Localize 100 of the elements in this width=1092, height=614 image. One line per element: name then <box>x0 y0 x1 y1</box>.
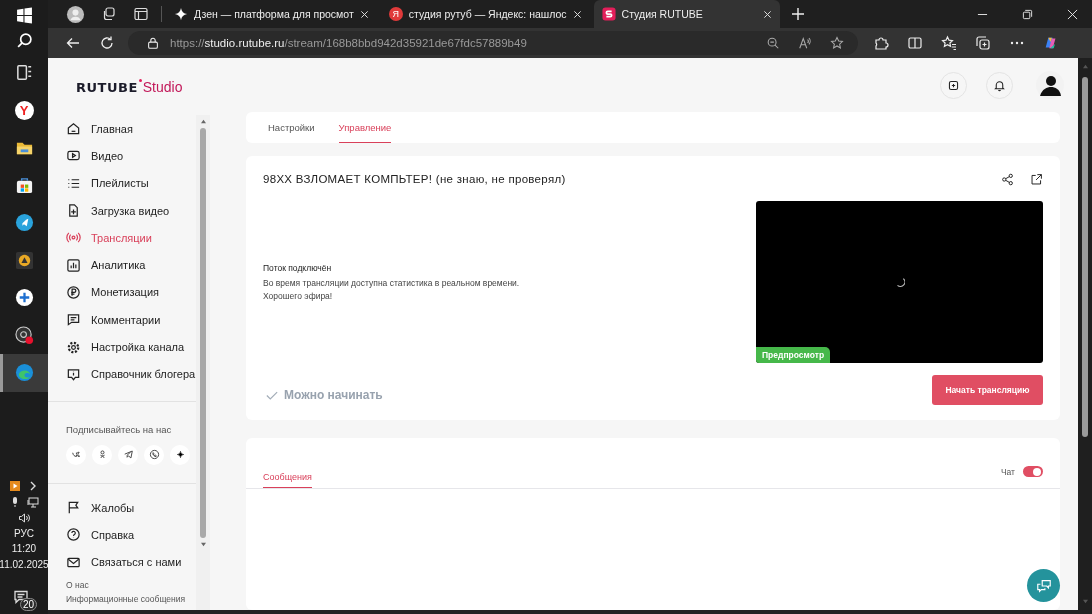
sparkle-icon <box>174 449 186 461</box>
profile-icon[interactable] <box>66 4 85 24</box>
clock-time[interactable]: 11:20 <box>11 543 37 555</box>
back-arrow-icon[interactable] <box>65 35 81 51</box>
plus-icon <box>14 288 34 308</box>
taskbar-app[interactable]: Y <box>0 91 48 129</box>
nav-item[interactable]: Настройка канала <box>66 333 196 361</box>
social-link[interactable] <box>170 444 190 465</box>
nav-item[interactable]: Видео <box>66 142 196 170</box>
wave-swirl-icon <box>14 363 34 383</box>
nav-item[interactable]: Загрузка видео <box>66 196 196 225</box>
social-heading: Подписывайтесь на нас <box>66 423 173 435</box>
widgets-icon <box>14 63 34 83</box>
warning-icon <box>14 250 34 270</box>
status-text: Во время трансляции доступна статистика в реальном времени. <box>263 277 521 290</box>
home-icon <box>66 121 81 137</box>
studio-logo-icon <box>601 7 616 21</box>
chat-bubbles-icon <box>1035 577 1052 594</box>
social-link[interactable] <box>144 444 164 465</box>
share-icon[interactable] <box>1001 173 1014 186</box>
close-icon[interactable] <box>1067 8 1078 20</box>
tab[interactable]: Настройки <box>268 112 315 143</box>
collections-icon[interactable] <box>975 35 991 51</box>
monitor-icon[interactable] <box>27 496 39 508</box>
windows-start-icon[interactable] <box>15 7 33 24</box>
speaker-icon[interactable] <box>18 512 30 524</box>
tab[interactable]: Сообщения <box>263 472 312 488</box>
split-screen-icon[interactable] <box>907 35 923 51</box>
nav-item[interactable]: Жалобы <box>66 493 196 522</box>
puzzle-icon[interactable] <box>873 35 889 51</box>
zoom-out-icon[interactable] <box>766 36 780 50</box>
notifications-button[interactable] <box>986 71 1013 99</box>
toggle-label: Чат <box>1000 467 1015 477</box>
clock-date[interactable]: 11.02.2025 <box>0 559 49 571</box>
plus-square-icon <box>947 78 960 92</box>
external-link-icon[interactable] <box>1030 173 1043 186</box>
start-stream-button[interactable]: Начать трансляцию <box>932 375 1043 405</box>
tab[interactable]: Управление <box>338 112 392 143</box>
read-aloud-icon[interactable] <box>798 36 812 50</box>
nav-item[interactable]: Связаться с нами <box>66 548 196 576</box>
scrollbar[interactable] <box>196 115 210 610</box>
nav-item[interactable]: Трансляции <box>66 224 196 252</box>
address-field[interactable]: https://studio.rutube.ru/stream/168b8bbd942d35921de67fdc57889b49 <box>128 31 858 55</box>
scroll-down-icon[interactable] <box>199 542 207 547</box>
nav-item[interactable]: Монетизация <box>66 278 196 307</box>
bar-chart-icon <box>66 257 81 273</box>
media-icon[interactable] <box>9 480 21 492</box>
footer-link[interactable]: Информационные сообщения <box>66 593 196 604</box>
info-icon <box>66 366 81 382</box>
close-icon[interactable] <box>572 9 582 19</box>
restore-icon[interactable] <box>1022 8 1033 20</box>
favorites-icon[interactable] <box>941 35 957 51</box>
paper-plane-icon <box>122 449 134 461</box>
comment-icon <box>66 312 81 328</box>
yandex-app-icon: Y <box>14 100 34 120</box>
gear-icon <box>66 339 81 355</box>
nav-item[interactable]: Аналитика <box>66 251 196 279</box>
record-icon <box>14 325 34 345</box>
favicon: Я <box>388 7 403 21</box>
new-tab-icon[interactable] <box>789 6 806 22</box>
scroll-up-icon[interactable] <box>199 119 207 124</box>
loading-spinner-icon <box>894 277 905 287</box>
social-link[interactable] <box>118 444 138 465</box>
sparkle-icon <box>174 7 188 21</box>
store-bag-icon <box>14 175 34 195</box>
nav-item[interactable]: Главная <box>66 115 196 143</box>
reload-icon[interactable] <box>99 35 115 51</box>
chat-toggle[interactable] <box>1023 466 1043 477</box>
nav-item[interactable]: Справка <box>66 521 196 549</box>
ready-status: Можно начинать <box>284 388 383 402</box>
status-text: Хорошего эфира! <box>263 290 334 303</box>
tab-actions-icon[interactable] <box>133 6 149 22</box>
lock-icon <box>146 36 160 50</box>
ruble-icon <box>66 284 81 300</box>
star-icon[interactable] <box>830 36 844 50</box>
notification-count: 20 <box>19 598 37 611</box>
stream-title: 98XX ВЗЛОМАЕТ КОМПЬТЕР! (не знаю, не проверял) <box>263 173 567 185</box>
logo[interactable]: RUTUBE Studio <box>48 58 210 115</box>
workspaces-icon[interactable] <box>101 6 117 22</box>
bell-icon <box>993 78 1006 92</box>
footer-link[interactable]: О нас <box>66 579 196 590</box>
keyboard-language[interactable]: РУС <box>14 528 34 539</box>
browser-tab[interactable]: Студия RUTUBE <box>593 0 780 28</box>
nav-item[interactable]: Комментарии <box>66 306 196 334</box>
social-link[interactable] <box>66 444 86 465</box>
browser-tab[interactable]: Я студия рутуб — Яндекс: нашлос <box>380 0 590 28</box>
search-icon[interactable] <box>15 32 33 49</box>
file-plus-icon <box>66 203 81 219</box>
phone-icon <box>148 449 160 461</box>
close-icon[interactable] <box>762 9 772 19</box>
nav-item[interactable]: Справочник блогера <box>66 360 196 388</box>
check-icon <box>266 390 278 400</box>
preview-badge: Предпросмотр <box>756 347 831 363</box>
close-icon[interactable] <box>359 9 369 19</box>
browser-tab[interactable]: Дзен — платформа для просмот <box>166 0 377 28</box>
flag-icon <box>66 500 81 516</box>
status-heading: Поток подключён <box>263 263 333 273</box>
question-icon <box>66 527 81 543</box>
add-button[interactable] <box>940 71 967 99</box>
nav-item[interactable]: Плейлисты <box>66 169 196 197</box>
